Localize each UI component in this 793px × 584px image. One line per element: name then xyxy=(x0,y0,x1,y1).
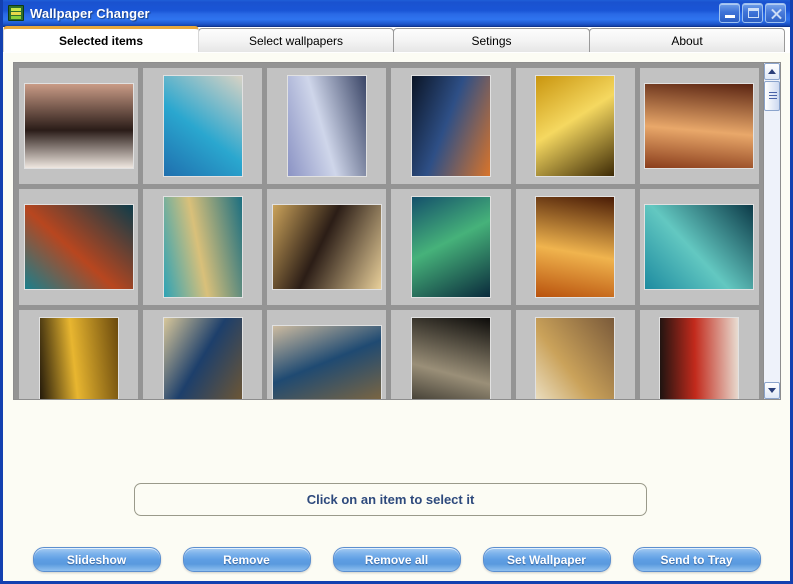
vertical-scrollbar[interactable] xyxy=(763,63,780,399)
thumbnail-image[interactable] xyxy=(536,76,614,176)
thumbnail-scroll-area[interactable] xyxy=(14,63,763,399)
thumbnail-image[interactable] xyxy=(273,205,381,289)
thumbnail-preview xyxy=(164,318,242,399)
thumbnail-image[interactable] xyxy=(536,318,614,399)
minimize-button[interactable] xyxy=(719,3,740,23)
thumbnail-cell[interactable] xyxy=(267,310,386,399)
thumbnail-preview xyxy=(25,84,133,168)
maximize-button[interactable] xyxy=(742,3,763,23)
thumbnail-preview xyxy=(412,197,490,297)
tab-setings[interactable]: Setings xyxy=(393,28,590,52)
minimize-icon xyxy=(725,15,735,18)
thumbnail-image[interactable] xyxy=(40,318,118,399)
thumbnail-preview xyxy=(412,76,490,176)
remove-button[interactable]: Remove xyxy=(183,547,311,572)
filmstrip-icon xyxy=(8,5,24,21)
thumbnail-image[interactable] xyxy=(25,84,133,168)
thumbnail-image[interactable] xyxy=(273,326,381,399)
thumbnail-grid xyxy=(14,63,763,399)
scroll-down-button[interactable] xyxy=(764,382,780,399)
thumbnail-cell[interactable] xyxy=(143,189,262,305)
close-button[interactable] xyxy=(765,3,786,23)
thumbnail-image[interactable] xyxy=(164,76,242,176)
thumbnail-cell[interactable] xyxy=(516,310,635,399)
application-window: Wallpaper Changer Selected items Select … xyxy=(0,0,793,584)
thumbnail-cell[interactable] xyxy=(516,189,635,305)
slideshow-button[interactable]: Slideshow xyxy=(33,547,161,572)
thumbnail-cell[interactable] xyxy=(19,310,138,399)
thumbnail-cell[interactable] xyxy=(391,310,510,399)
thumbnail-preview xyxy=(412,318,490,399)
thumbnail-preview xyxy=(288,76,366,176)
thumbnail-preview xyxy=(536,318,614,399)
thumbnail-cell[interactable] xyxy=(640,310,759,399)
thumbnail-image[interactable] xyxy=(412,76,490,176)
thumbnail-preview xyxy=(660,318,738,399)
window-controls xyxy=(719,3,786,23)
thumbnail-cell[interactable] xyxy=(143,68,262,184)
thumbnail-cell[interactable] xyxy=(640,68,759,184)
chevron-up-icon xyxy=(768,69,776,74)
thumbnail-preview xyxy=(273,205,381,289)
send-to-tray-button[interactable]: Send to Tray xyxy=(633,547,761,572)
thumbnail-image[interactable] xyxy=(412,318,490,399)
thumbnail-preview xyxy=(536,197,614,297)
thumbnail-image[interactable] xyxy=(164,318,242,399)
status-message-box: Click on an item to select it xyxy=(134,483,647,516)
thumbnail-image[interactable] xyxy=(288,76,366,176)
thumbnail-preview xyxy=(645,205,753,289)
thumbnail-preview xyxy=(273,326,381,399)
thumbnail-image[interactable] xyxy=(536,197,614,297)
action-button-row: Slideshow Remove Remove all Set Wallpape… xyxy=(3,547,790,572)
maximize-icon xyxy=(748,8,759,18)
thumbnail-image[interactable] xyxy=(660,318,738,399)
thumbnail-preview xyxy=(25,205,133,289)
thumbnail-image[interactable] xyxy=(25,205,133,289)
tab-select-wallpapers[interactable]: Select wallpapers xyxy=(198,28,394,52)
chevron-down-icon xyxy=(768,388,776,393)
thumbnail-cell[interactable] xyxy=(19,189,138,305)
thumbnail-image[interactable] xyxy=(164,197,242,297)
tab-about[interactable]: About xyxy=(589,28,785,52)
thumbnail-image[interactable] xyxy=(645,84,753,168)
thumbnail-cell[interactable] xyxy=(516,68,635,184)
window-title: Wallpaper Changer xyxy=(30,6,150,21)
thumbnail-cell[interactable] xyxy=(391,68,510,184)
thumbnail-preview xyxy=(536,76,614,176)
tab-selected-items[interactable]: Selected items xyxy=(3,26,199,52)
status-message: Click on an item to select it xyxy=(307,492,475,507)
title-bar: Wallpaper Changer xyxy=(3,0,790,27)
tab-panel-selected-items: Click on an item to select it Slideshow … xyxy=(3,53,790,553)
scrollbar-track[interactable] xyxy=(764,80,780,382)
thumbnail-preview xyxy=(164,197,242,297)
remove-all-button[interactable]: Remove all xyxy=(333,547,461,572)
thumbnail-image[interactable] xyxy=(645,205,753,289)
tab-bar: Selected items Select wallpapers Setings… xyxy=(3,27,790,53)
thumbnail-preview xyxy=(40,318,118,399)
grip-icon xyxy=(769,92,777,101)
set-wallpaper-button[interactable]: Set Wallpaper xyxy=(483,547,611,572)
thumbnail-preview xyxy=(645,84,753,168)
scrollbar-thumb[interactable] xyxy=(764,81,780,111)
thumbnail-grid-container xyxy=(13,62,781,400)
thumbnail-cell[interactable] xyxy=(391,189,510,305)
thumbnail-cell[interactable] xyxy=(143,310,262,399)
thumbnail-cell[interactable] xyxy=(640,189,759,305)
thumbnail-preview xyxy=(164,76,242,176)
thumbnail-cell[interactable] xyxy=(267,68,386,184)
thumbnail-image[interactable] xyxy=(412,197,490,297)
scroll-up-button[interactable] xyxy=(764,63,780,80)
thumbnail-cell[interactable] xyxy=(267,189,386,305)
thumbnail-cell[interactable] xyxy=(19,68,138,184)
